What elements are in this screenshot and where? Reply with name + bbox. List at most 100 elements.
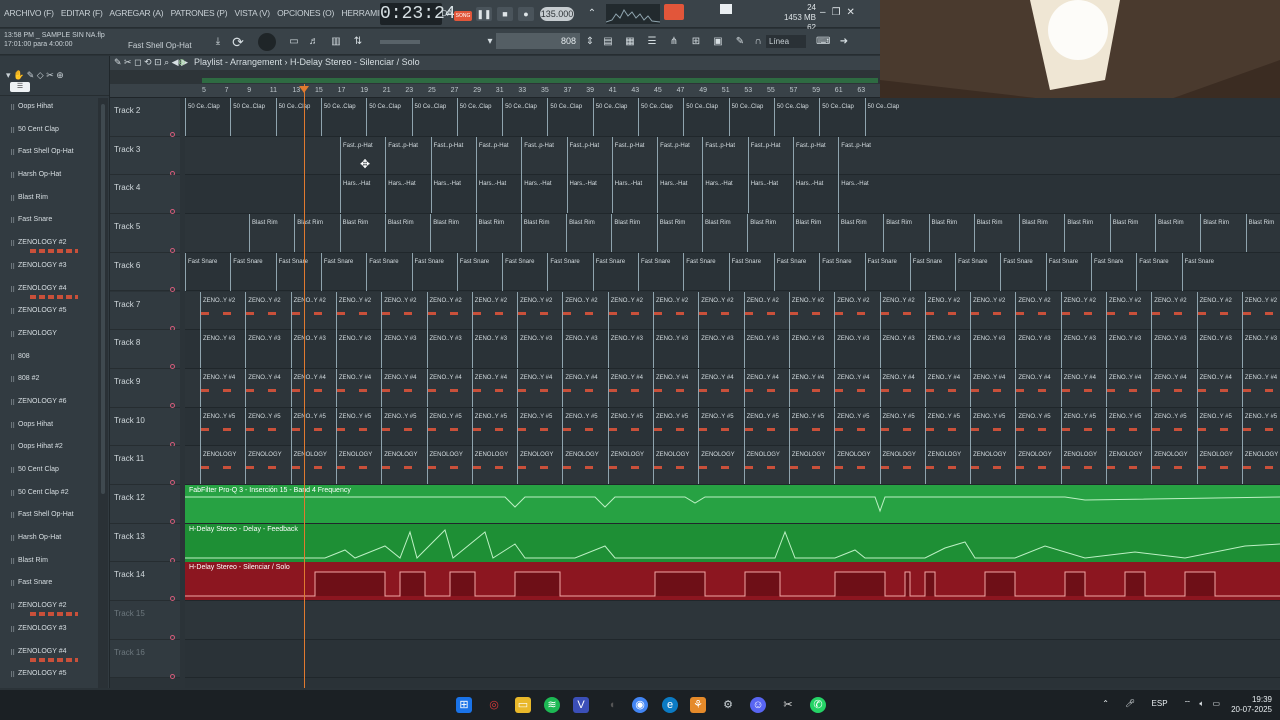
track-header[interactable]: Track 10 xyxy=(110,407,180,447)
pattern-clip[interactable]: Fast Snare xyxy=(955,252,1000,291)
pattern-clip[interactable]: ZENO..Y #3 xyxy=(1060,330,1106,369)
piano-roll-icon[interactable]: ⇅ xyxy=(352,36,364,48)
pattern-clip[interactable]: ZENO..Y #3 xyxy=(471,330,517,369)
song-mode-badge[interactable]: SONG xyxy=(454,11,472,21)
channel-item[interactable]: ⠿ Blast Rim xyxy=(0,189,98,212)
pattern-clip[interactable]: Hars..-Hat xyxy=(475,175,521,214)
pattern-clip[interactable]: ZENO..Y #4 xyxy=(1196,368,1242,407)
track-header[interactable]: Track 13 xyxy=(110,523,180,563)
pattern-clip[interactable]: Fast..p-Hat xyxy=(702,136,747,175)
pattern-clip[interactable]: Fast Snare xyxy=(1000,252,1045,291)
record-button[interactable]: ● xyxy=(518,7,534,21)
automation-clip[interactable]: H-Delay Stereo - Delay - Feedback xyxy=(185,523,1280,562)
pattern-clip[interactable]: ZENO..Y #2 xyxy=(834,291,879,330)
volume-icon[interactable]: 🔈︎ xyxy=(1199,699,1204,708)
track-header[interactable]: Track 14 xyxy=(110,562,180,602)
pattern-clip[interactable]: Blast Rim xyxy=(294,214,339,253)
channel-item[interactable]: ⠿ Fast Snare xyxy=(0,574,98,597)
pattern-clip[interactable]: Fast..p-Hat xyxy=(385,136,430,175)
track-lane[interactable]: FabFilter Pro-Q 3 - Inserción 15 - Band … xyxy=(185,485,1280,524)
pattern-clip[interactable]: ZENO..Y #5 xyxy=(335,407,381,446)
pattern-clip[interactable]: ZENO..Y #3 xyxy=(245,330,290,369)
pattern-clip[interactable]: ZENO..Y #4 xyxy=(788,368,834,407)
pattern-clip[interactable]: ZENO..Y #4 xyxy=(653,368,698,407)
pattern-clip[interactable]: ZENO..Y #4 xyxy=(1106,368,1151,407)
pause-button[interactable]: ❚❚ xyxy=(476,7,492,21)
automation-clip[interactable]: H-Delay Stereo - Silenciar / Solo xyxy=(185,562,1280,601)
pattern-clip[interactable]: Blast Rim xyxy=(1064,214,1109,253)
pattern-clip[interactable]: ZENO..Y #4 xyxy=(381,368,426,407)
pattern-clip[interactable]: ZENO..Y #3 xyxy=(788,330,834,369)
pattern-clip[interactable]: 50 Ce..Clap xyxy=(185,98,230,136)
opera-icon[interactable]: ◎ xyxy=(486,697,502,713)
pattern-clip[interactable]: Fast Snare xyxy=(728,252,774,291)
pattern-clip[interactable]: Fast Snare xyxy=(275,252,321,291)
pattern-clip[interactable]: 50 Ce..Clap xyxy=(366,98,411,136)
pattern-clip[interactable]: Fast Snare xyxy=(864,252,910,291)
pattern-clip[interactable]: Blast Rim xyxy=(339,214,385,253)
pattern-clip[interactable]: Fast Snare xyxy=(366,252,411,291)
pattern-clip[interactable]: ZENOLOGY xyxy=(335,446,381,485)
battery-icon[interactable]: ▭ xyxy=(1212,699,1220,708)
pattern-clip[interactable]: Fast Snare xyxy=(819,252,864,291)
pattern-clip[interactable]: ZENOLOGY xyxy=(471,446,517,485)
start-icon[interactable]: ⊞ xyxy=(456,697,472,713)
pattern-clip[interactable]: Blast Rim xyxy=(1019,214,1064,253)
pattern-clip[interactable]: ZENOLOGY xyxy=(426,446,472,485)
pattern-clip[interactable]: ZENO..Y #5 xyxy=(653,407,698,446)
pattern-clip[interactable]: ZENOLOGY xyxy=(743,446,789,485)
pattern-clip[interactable]: ZENO..Y #2 xyxy=(290,291,336,330)
pattern-clip[interactable]: ZENO..Y #5 xyxy=(743,407,789,446)
pattern-clip[interactable]: Hars..-Hat xyxy=(793,175,838,214)
pattern-clip[interactable]: Fast..p-Hat xyxy=(566,136,612,175)
track-lane[interactable]: Hars..-Hat Hars..-Hat Hars..-Hat Hars..-Hat… xyxy=(185,175,1280,215)
bar-ruler[interactable]: 5 7 9 11 13 15 17 19 21 23 25 27 29 31 33 35 37 39 41 43 45 4… xyxy=(110,84,880,98)
pattern-clip[interactable]: Fast Snare xyxy=(638,252,683,291)
pattern-clip[interactable]: ZENO..Y #2 xyxy=(788,291,834,330)
mixer-icon[interactable]: ▥ xyxy=(330,36,342,48)
pattern-clip[interactable]: Fast..p-Hat xyxy=(475,136,521,175)
file-explorer-icon[interactable]: ▭ xyxy=(515,697,531,713)
magnet-icon[interactable]: ∩ xyxy=(752,36,764,48)
pattern-clip[interactable]: ZENO..Y #4 xyxy=(970,368,1015,407)
automation-clip[interactable]: FabFilter Pro-Q 3 - Inserción 15 - Band … xyxy=(185,485,1280,523)
pattern-clip[interactable]: Fast Snare xyxy=(320,252,366,291)
track-lane[interactable]: Fast Snare Fast Snare Fast Snare Fast Snare… xyxy=(185,252,1280,292)
track-header[interactable]: Track 3 xyxy=(110,136,180,176)
pattern-clip[interactable]: ZENO..Y #3 xyxy=(698,330,743,369)
refresh-icon[interactable]: ⟳ xyxy=(232,35,244,49)
pattern-clip[interactable]: ZENO..Y #3 xyxy=(1106,330,1151,369)
language-indicator[interactable]: ESP xyxy=(1152,699,1168,708)
pattern-clip[interactable]: Fast..p-Hat xyxy=(838,136,883,175)
pattern-clip[interactable]: Hars..-Hat xyxy=(838,175,883,214)
v-app-icon[interactable]: V xyxy=(573,697,589,713)
sidebar-tools-icon[interactable]: ▾ ✋ ✎ ◇ ✂ ⊕ xyxy=(6,70,64,81)
pattern-clip[interactable]: ZENO..Y #4 xyxy=(426,368,472,407)
track-lanes[interactable]: 50 Ce..Clap 50 Ce..Clap 50 Ce..Clap 50 Ce..… xyxy=(185,98,1280,688)
pattern-clip[interactable]: ZENO..Y #3 xyxy=(1015,330,1060,369)
pattern-clip[interactable]: ZENO..Y #3 xyxy=(607,330,653,369)
mic-icon[interactable]: 🎤︎ xyxy=(1125,699,1135,708)
pattern-clip[interactable]: ZENO..Y #2 xyxy=(970,291,1015,330)
track-lane[interactable]: ZENOLOGY ZENOLOGY ZENOLOGY ZENOLOGY ZENOLOGY… xyxy=(185,446,1280,485)
pattern-clip[interactable]: ZENO..Y #2 xyxy=(1106,291,1151,330)
pattern-clip[interactable]: ZENO..Y #2 xyxy=(879,291,925,330)
pattern-clip[interactable]: Fast Snare xyxy=(909,252,955,291)
pattern-clip[interactable]: Fast Snare xyxy=(773,252,819,291)
pattern-clip[interactable]: ZENO..Y #3 xyxy=(924,330,970,369)
pattern-clip[interactable]: 50 Ce..Clap xyxy=(411,98,457,136)
pattern-clip[interactable]: ZENO..Y #2 xyxy=(381,291,426,330)
pattern-clip[interactable]: ZENOLOGY xyxy=(562,446,607,485)
pattern-clip[interactable]: ZENO..Y #2 xyxy=(1196,291,1242,330)
pattern-clip[interactable]: Blast Rim xyxy=(656,214,702,253)
pattern-clip[interactable]: ZENO..Y #4 xyxy=(879,368,925,407)
pattern-clip[interactable]: ZENO..Y #3 xyxy=(1196,330,1242,369)
playhead-marker[interactable] xyxy=(299,86,309,93)
track-header[interactable]: Track 7 xyxy=(110,291,180,331)
pattern-clip[interactable]: ZENO..Y #3 xyxy=(562,330,607,369)
channel-item[interactable]: ⠿ ZENOLOGY #5 xyxy=(0,302,98,325)
stop-button[interactable]: ■ xyxy=(497,7,513,21)
pattern-clip[interactable]: ZENOLOGY xyxy=(607,446,653,485)
time-selection-bar[interactable] xyxy=(110,70,880,84)
sidebar-scrollbar[interactable] xyxy=(98,98,108,688)
